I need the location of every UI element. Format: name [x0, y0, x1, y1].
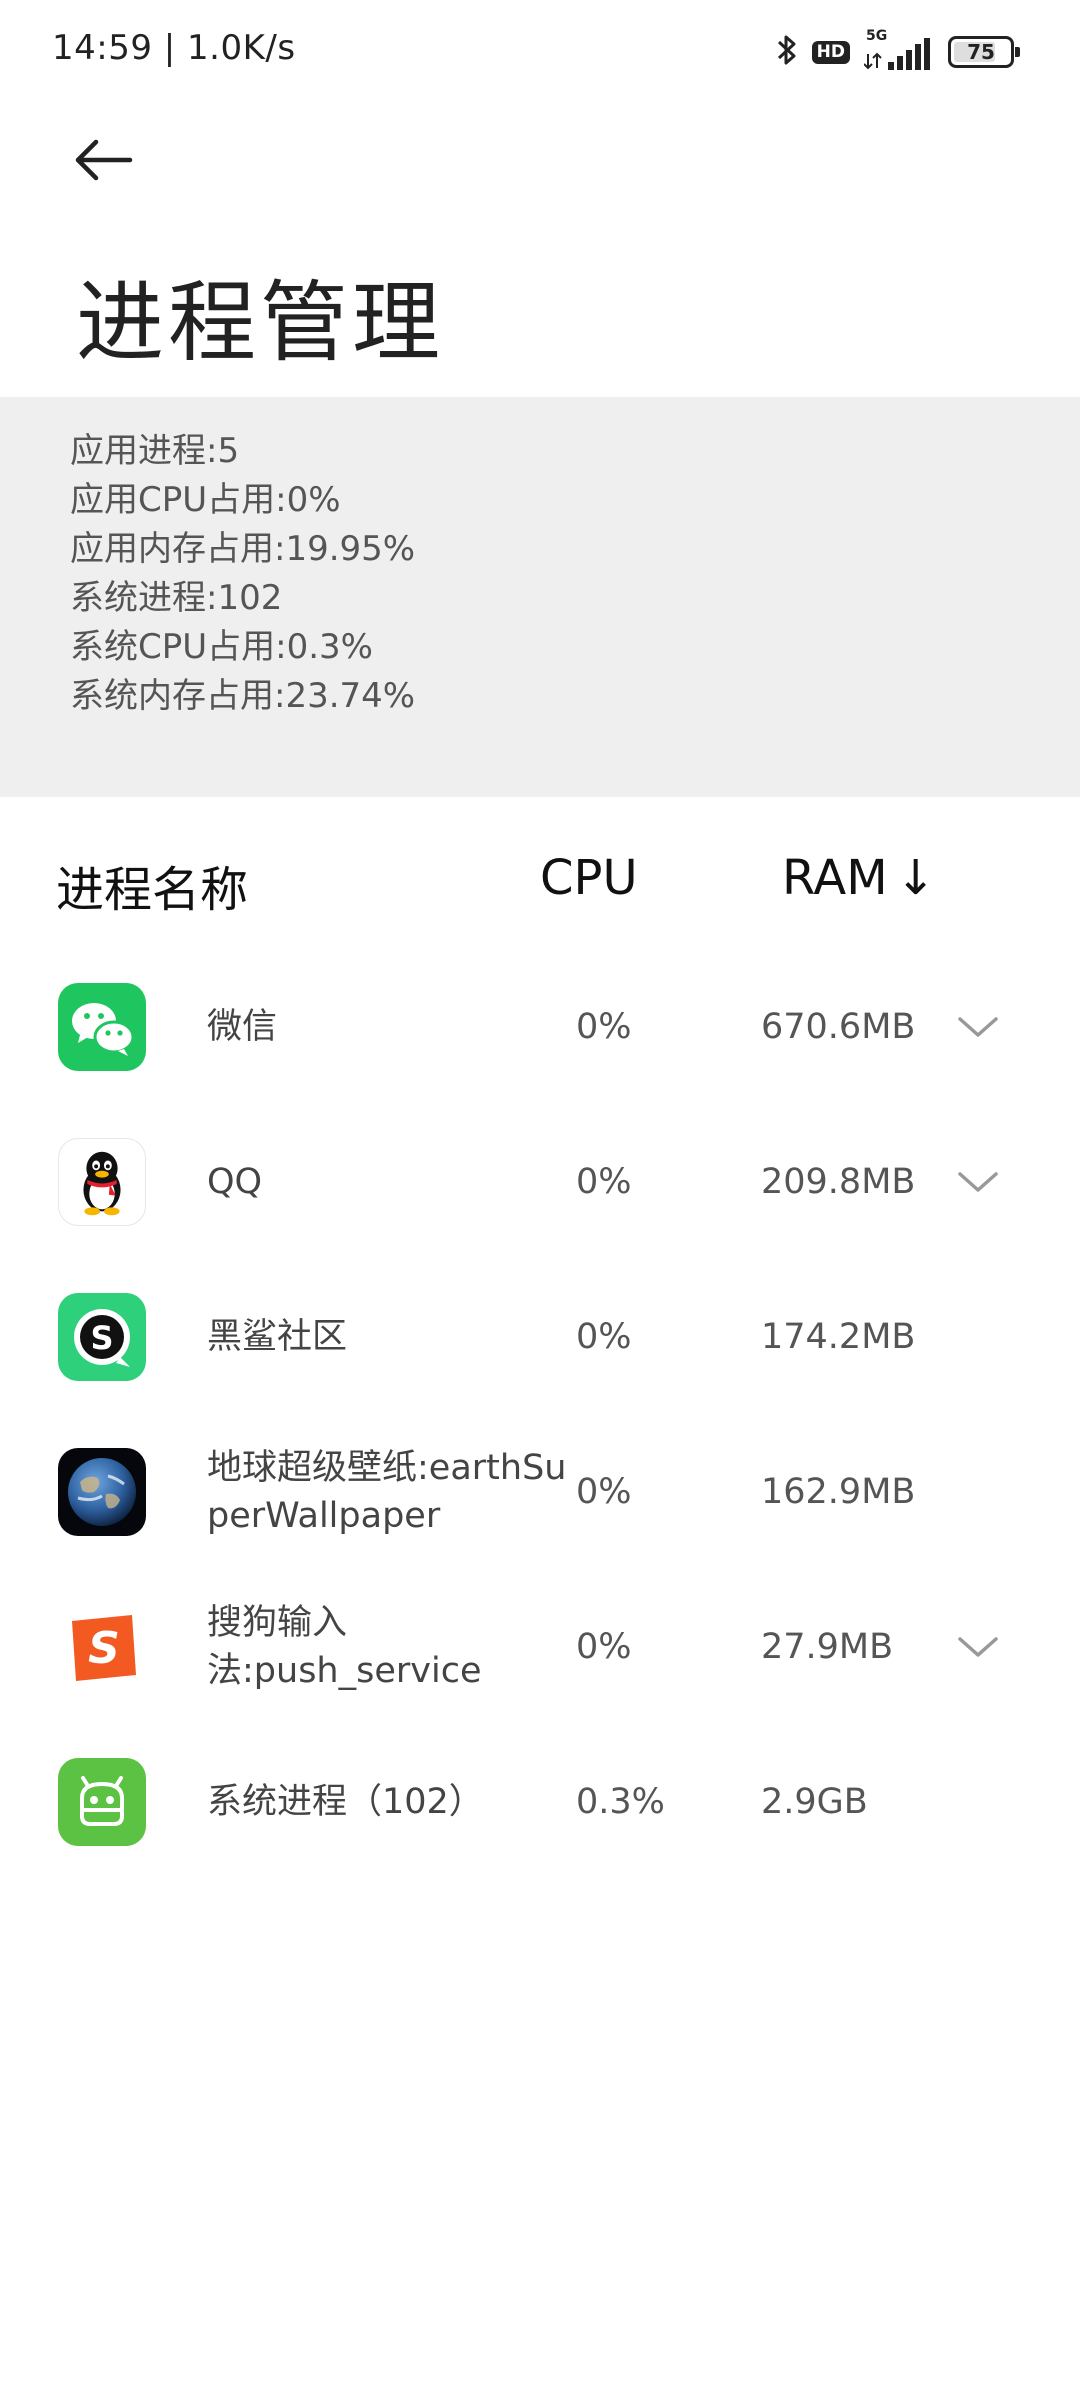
back-button[interactable] — [72, 120, 162, 200]
status-bar: 14:59 | 1.0K/s HD 5G 75 — [0, 0, 1080, 104]
process-ram: 162.9MB — [761, 1472, 916, 1512]
expand-chevron-icon[interactable] — [956, 1007, 1000, 1047]
process-cpu: 0% — [576, 1317, 632, 1357]
process-name: 地球超级壁纸:earthSu perWallpaper — [207, 1430, 567, 1554]
process-summary-panel: 应用进程:5 应用CPU占用:0% 应用内存占用:19.95% 系统进程:102… — [0, 397, 1080, 797]
process-cpu: 0% — [576, 1162, 632, 1202]
process-table-header: 进程名称 CPU RAM ↓ — [0, 850, 1080, 930]
process-ram: 27.9MB — [761, 1627, 894, 1667]
column-header-cpu[interactable]: CPU — [540, 850, 638, 906]
battery-icon: 75 — [948, 36, 1020, 68]
process-ram: 670.6MB — [761, 1007, 916, 1047]
process-ram: 209.8MB — [761, 1162, 916, 1202]
summary-app-process-count: 应用进程:5 — [70, 431, 240, 471]
svg-text:S: S — [90, 1319, 113, 1357]
process-name-line1: 地球超级壁纸:earthSu — [207, 1448, 567, 1488]
process-name: 黑鲨社区 — [207, 1317, 348, 1357]
back-arrow-icon — [75, 139, 133, 181]
process-name-line1: 搜狗输入 — [207, 1603, 348, 1643]
process-name: QQ — [207, 1162, 263, 1202]
hd-badge: HD — [811, 40, 850, 64]
process-cpu: 0.3% — [576, 1782, 665, 1822]
process-ram: 174.2MB — [761, 1317, 916, 1357]
process-row-sogou-input[interactable]: S 搜狗输入 法:push_service 0% 27.9MB — [0, 1585, 1080, 1715]
process-name-line2: 法:push_service — [207, 1651, 482, 1691]
battery-level: 75 — [967, 40, 995, 64]
bluetooth-icon — [776, 32, 798, 72]
summary-app-cpu: 应用CPU占用:0% — [70, 480, 341, 520]
sort-descending-icon: ↓ — [895, 850, 936, 906]
column-header-ram-label: RAM — [782, 850, 888, 906]
expand-chevron-icon[interactable] — [956, 1627, 1000, 1667]
process-cpu: 0% — [576, 1472, 632, 1512]
summary-system-process-count: 系统进程:102 — [70, 578, 283, 618]
process-cpu: 0% — [576, 1007, 632, 1047]
process-row-qq[interactable]: QQ 0% 209.8MB — [0, 1120, 1080, 1250]
status-time-speed: 14:59 | 1.0K/s — [52, 28, 296, 68]
summary-system-memory: 系统内存占用:23.74% — [70, 676, 416, 716]
process-row-blackshark-community[interactable]: S 黑鲨社区 0% 174.2MB — [0, 1275, 1080, 1405]
signal-icon: 5G — [864, 28, 934, 72]
summary-app-memory: 应用内存占用:19.95% — [70, 529, 416, 569]
sogou-input-icon: S — [58, 1603, 146, 1691]
process-row-earth-wallpaper[interactable]: 地球超级壁纸:earthSu perWallpaper 0% 162.9MB — [0, 1430, 1080, 1560]
earth-wallpaper-icon — [58, 1448, 146, 1536]
summary-system-cpu: 系统CPU占用:0.3% — [70, 627, 373, 667]
expand-chevron-icon[interactable] — [956, 1162, 1000, 1202]
process-row-system[interactable]: 系统进程（102） 0.3% 2.9GB — [0, 1740, 1080, 1870]
process-cpu: 0% — [576, 1627, 632, 1667]
process-row-wechat[interactable]: 微信 0% 670.6MB — [0, 965, 1080, 1095]
status-icons: HD 5G 75 — [776, 28, 1020, 74]
blackshark-community-icon: S — [58, 1293, 146, 1381]
process-name-line2: perWallpaper — [207, 1496, 441, 1536]
process-name: 系统进程（102） — [207, 1782, 484, 1822]
column-header-ram[interactable]: RAM ↓ — [782, 850, 936, 906]
svg-text:S: S — [88, 1623, 120, 1674]
process-name: 微信 — [207, 1007, 278, 1047]
process-name: 搜狗输入 法:push_service — [207, 1585, 567, 1709]
wechat-icon — [58, 983, 146, 1071]
column-header-name[interactable]: 进程名称 — [56, 850, 248, 920]
android-system-icon — [58, 1758, 146, 1846]
process-ram: 2.9GB — [761, 1782, 868, 1822]
page-title: 进程管理 — [76, 271, 445, 374]
qq-icon — [58, 1138, 146, 1226]
